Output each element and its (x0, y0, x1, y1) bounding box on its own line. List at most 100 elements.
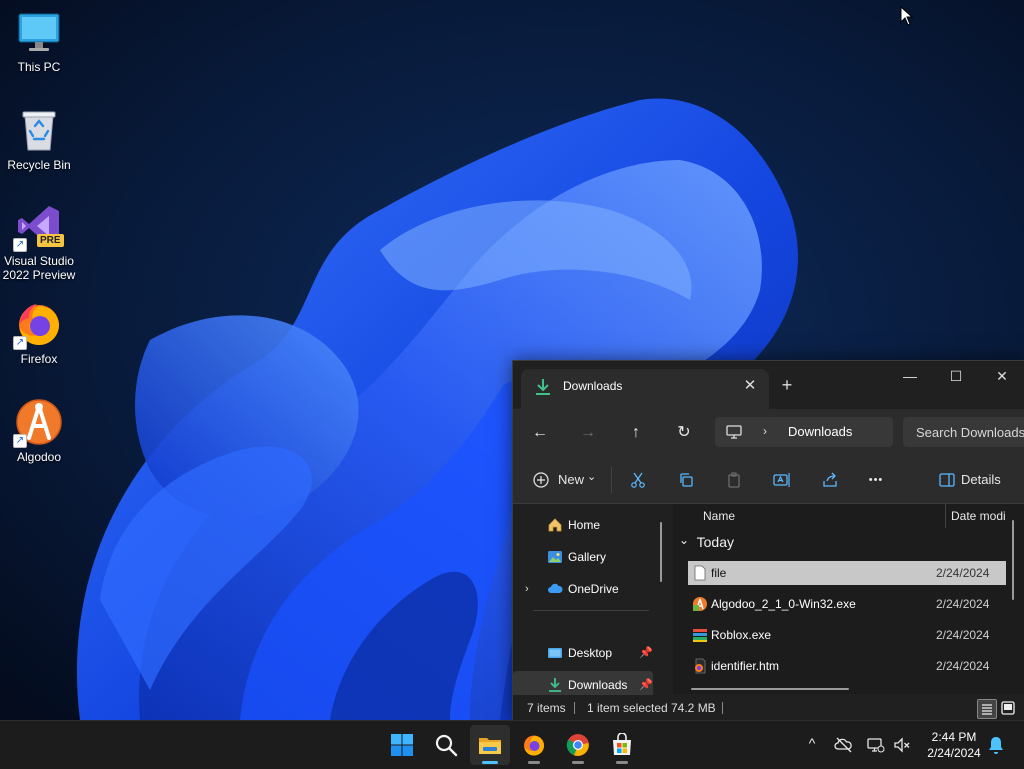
scissors-icon (631, 472, 645, 488)
file-date: 2/24/2024 (936, 628, 990, 642)
nav-item-home[interactable]: Home (513, 511, 653, 539)
mouse-cursor-icon (900, 6, 914, 26)
notification-bell-icon[interactable] (986, 735, 1006, 755)
up-button[interactable]: ↑ (622, 421, 650, 445)
taskbar: ^ 2:44 PM 2/24/2024 (0, 720, 1024, 769)
tiles-view-button[interactable] (999, 699, 1017, 717)
paste-button[interactable] (721, 467, 747, 493)
nav-item-label: Desktop (568, 646, 613, 660)
close-tab-button[interactable]: ✕ (739, 375, 761, 397)
refresh-button[interactable]: ↻ (670, 421, 698, 445)
desktop-icon-label: Visual Studio 2022 Preview (2, 254, 76, 282)
clock[interactable]: 2:44 PM 2/24/2024 (918, 729, 990, 761)
expand-chevron-icon[interactable]: › (525, 575, 529, 603)
rename-button[interactable] (769, 467, 795, 493)
running-indicator (616, 761, 628, 764)
start-button[interactable] (382, 725, 422, 765)
navigation-bar: ← → ↑ ↻ › Downloads (513, 409, 1024, 457)
chrome-button[interactable] (558, 725, 598, 765)
pin-icon[interactable]: 📌 (639, 639, 653, 667)
desktop-icon-visual-studio[interactable]: PRE ↗ Visual Studio 2022 Preview (2, 202, 76, 282)
breadcrumb-separator[interactable]: › (763, 424, 767, 438)
nav-item-onedrive[interactable]: › OneDrive (513, 575, 653, 603)
column-header-date-modified[interactable]: Date modi (951, 504, 1021, 528)
group-label: Today (696, 534, 734, 550)
search-button[interactable] (426, 725, 466, 765)
running-indicator (528, 761, 540, 764)
desktop-icon-label: Firefox (20, 352, 58, 366)
address-bar[interactable]: › Downloads (715, 417, 893, 447)
desktop-icon-label: Algodoo (16, 450, 62, 464)
monitor-icon (15, 8, 63, 56)
desktop-folder-icon (548, 648, 562, 658)
file-explorer-button[interactable] (470, 725, 510, 765)
nav-item-label: Gallery (568, 550, 607, 564)
pc-icon (726, 425, 742, 439)
nav-divider (533, 610, 649, 611)
new-button[interactable]: New ⌄ (531, 467, 601, 493)
back-button[interactable]: ← (526, 421, 554, 445)
search-box[interactable] (903, 417, 1024, 447)
new-tab-button[interactable]: + (775, 374, 799, 398)
shortcut-arrow-icon: ↗ (13, 238, 27, 252)
column-header-name[interactable]: Name (703, 504, 735, 528)
column-divider[interactable] (945, 504, 946, 528)
details-pane-button[interactable]: Details (937, 467, 1007, 493)
rename-icon (773, 473, 790, 487)
file-name: identifier.htm (711, 659, 780, 673)
share-icon (823, 472, 837, 487)
details-view-button[interactable] (977, 699, 997, 719)
file-row[interactable]: file 2/24/2024 (688, 561, 1006, 585)
large-icons-view-icon (1001, 701, 1015, 715)
vertical-scrollbar[interactable] (1012, 520, 1014, 600)
preview-badge: PRE (37, 234, 64, 247)
volume-muted-icon[interactable] (892, 735, 912, 755)
running-indicator (572, 761, 584, 764)
nav-pane-scrollbar[interactable] (660, 522, 662, 582)
chrome-icon (566, 734, 589, 756)
file-row[interactable]: identifier.htm 2/24/2024 (688, 654, 1006, 678)
horizontal-scrollbar[interactable] (691, 688, 849, 690)
desktop-icon-label: This PC (17, 60, 61, 74)
algodoo-installer-icon (693, 597, 707, 611)
gallery-icon (548, 551, 562, 563)
maximize-button[interactable]: ☐ (933, 361, 979, 391)
desktop-icon-this-pc[interactable]: This PC (2, 8, 76, 74)
more-options-button[interactable]: ••• (863, 467, 889, 493)
algodoo-icon: ↗ (13, 398, 63, 448)
file-list-pane[interactable]: Name Date modi ⌄ Today file 2/24/2024 Al… (673, 504, 1024, 694)
nav-item-desktop[interactable]: Desktop 📌 (513, 639, 653, 667)
download-arrow-icon (536, 379, 550, 395)
nav-item-gallery[interactable]: Gallery (513, 543, 653, 571)
file-row[interactable]: Algodoo_2_1_0-Win32.exe 2/24/2024 (688, 592, 1006, 616)
desktop-icon-firefox[interactable]: ↗ Firefox (2, 300, 76, 366)
copy-button[interactable] (673, 467, 699, 493)
title-bar[interactable]: Downloads ✕ + — ☐ ✕ (513, 361, 1024, 409)
show-hidden-icons-button[interactable]: ^ (802, 735, 822, 755)
close-window-button[interactable]: ✕ (979, 361, 1024, 391)
cut-button[interactable] (625, 467, 651, 493)
file-row[interactable]: Roblox.exe 2/24/2024 (688, 623, 1006, 647)
forward-button[interactable]: → (574, 421, 602, 445)
running-indicator (482, 761, 498, 764)
share-button[interactable] (817, 467, 843, 493)
navigation-pane[interactable]: Home Gallery › OneDrive Desktop 📌 Downlo… (513, 504, 673, 699)
search-input[interactable] (903, 417, 1024, 447)
minimize-button[interactable]: — (887, 361, 933, 391)
copy-icon (680, 473, 693, 487)
details-pane-icon (939, 473, 955, 487)
breadcrumb-downloads[interactable]: Downloads (788, 424, 852, 439)
file-explorer-window[interactable]: Downloads ✕ + — ☐ ✕ ← → ↑ ↻ › Downloads (512, 360, 1024, 722)
plus-circle-icon (533, 472, 549, 488)
group-header-today[interactable]: ⌄ Today (679, 533, 734, 550)
desktop-icon-algodoo[interactable]: ↗ Algodoo (2, 398, 76, 464)
list-view-icon (982, 704, 992, 715)
nav-item-label: Home (568, 518, 601, 532)
desktop-icon-recycle-bin[interactable]: Recycle Bin (2, 106, 76, 172)
windows-logo-icon (391, 734, 413, 756)
onedrive-offline-icon[interactable] (834, 735, 854, 755)
network-icon[interactable] (866, 735, 886, 755)
tab-downloads[interactable]: Downloads ✕ (521, 369, 769, 409)
firefox-button[interactable] (514, 725, 554, 765)
store-button[interactable] (602, 725, 642, 765)
